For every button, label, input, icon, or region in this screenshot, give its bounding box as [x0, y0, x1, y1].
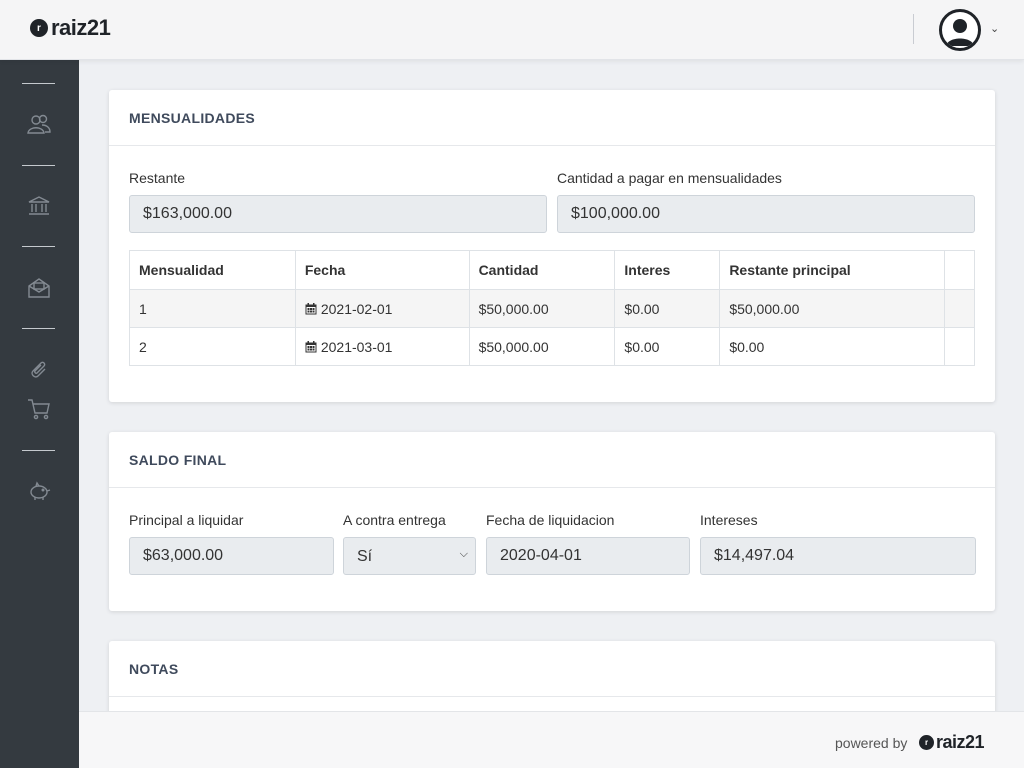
logo-mark-icon: r: [30, 19, 48, 37]
restante-label: Restante: [129, 170, 186, 186]
calendar-icon: [305, 340, 317, 352]
column-header: Restante principal: [719, 250, 945, 290]
chevron-down-icon[interactable]: ⌄: [990, 22, 999, 35]
user-avatar[interactable]: [939, 9, 981, 51]
calendar-icon: [305, 302, 317, 314]
restante-cell: $0.00: [719, 327, 945, 366]
empty-cell: [943, 327, 976, 366]
cantidad-cell: $50,000.00: [468, 327, 616, 366]
column-header: Interes: [614, 250, 721, 290]
card-header: SALDO FINAL: [109, 432, 995, 488]
contra-entrega-label: A contra entrega: [343, 512, 446, 528]
card-header: MENSUALIDADES: [109, 90, 995, 146]
column-header: Mensualidad: [129, 250, 296, 290]
interes-cell: $0.00: [614, 289, 721, 328]
bank-icon[interactable]: [24, 193, 54, 219]
mensualidades-table: Mensualidad Fecha Cantidad Interes Resta…: [129, 250, 976, 366]
column-header: Cantidad: [468, 250, 616, 290]
intereses-label: Intereses: [700, 512, 758, 528]
mensualidades-card: MENSUALIDADES Restante Cantidad a pagar …: [109, 90, 995, 402]
fecha-cell: 2021-03-01: [294, 327, 470, 366]
mensualidades-title: MENSUALIDADES: [129, 110, 256, 126]
sidebar-divider: [22, 246, 55, 247]
fecha-liquidacion-label: Fecha de liquidacion: [486, 512, 615, 528]
piggy-bank-icon[interactable]: [24, 478, 54, 504]
user-avatar-icon: [946, 19, 974, 46]
notas-title: NOTAS: [129, 661, 179, 677]
cantidad-label: Cantidad a pagar en mensualidades: [557, 170, 782, 186]
contra-entrega-select-wrap: Sí ⌵: [343, 537, 476, 575]
users-icon[interactable]: [24, 111, 54, 137]
mensualidad-cell: 1: [129, 289, 296, 328]
restante-field[interactable]: [129, 195, 547, 233]
footer-logo[interactable]: r raiz21: [919, 732, 985, 752]
logo-text: raiz21: [51, 15, 111, 40]
header-divider: [913, 14, 914, 44]
paperclip-icon[interactable]: [24, 356, 54, 382]
footer-logo-text: raiz21: [936, 732, 985, 752]
fecha-liquidacion-field[interactable]: [486, 537, 690, 575]
sidebar: [0, 60, 79, 768]
saldo-final-title: SALDO FINAL: [129, 452, 227, 468]
footer: powered by r raiz21: [79, 711, 1024, 768]
fecha-text: 2021-02-01: [320, 300, 393, 317]
fecha-cell: 2021-02-01: [294, 289, 470, 328]
card-header: NOTAS: [109, 641, 995, 697]
sidebar-divider: [22, 328, 55, 329]
interes-cell: $0.00: [614, 327, 721, 366]
table-header-row: Mensualidad Fecha Cantidad Interes Resta…: [129, 250, 976, 290]
column-header: Fecha: [294, 250, 470, 290]
cantidad-cell: $50,000.00: [468, 289, 616, 328]
sidebar-divider: [22, 165, 55, 166]
top-bar: r raiz21 ⌄: [0, 0, 1024, 60]
restante-cell: $50,000.00: [719, 289, 945, 328]
contra-entrega-select[interactable]: Sí: [343, 537, 476, 575]
mail-icon[interactable]: [24, 275, 54, 301]
sidebar-divider: [22, 83, 55, 84]
saldo-final-card: SALDO FINAL Principal a liquidar A contr…: [109, 432, 995, 611]
logo-mark-icon: r: [919, 734, 934, 750]
sidebar-divider: [22, 450, 55, 451]
table-row: 1 2021-02-01 $50,000.00 $0.00 $50,000.00: [129, 289, 976, 328]
cart-icon[interactable]: [24, 396, 54, 422]
intereses-field[interactable]: [700, 537, 976, 575]
empty-cell: [943, 289, 976, 328]
powered-by-text: powered by: [835, 735, 908, 751]
mensualidad-cell: 2: [129, 327, 296, 366]
principal-field[interactable]: [129, 537, 334, 575]
column-header-empty: [943, 250, 976, 290]
cantidad-field[interactable]: [557, 195, 975, 233]
table-row: 2 2021-03-01 $50,000.00 $0.00 $0.00: [129, 327, 976, 366]
principal-label: Principal a liquidar: [129, 512, 244, 528]
fecha-text: 2021-03-01: [320, 338, 393, 355]
app-logo[interactable]: r raiz21: [30, 15, 111, 40]
